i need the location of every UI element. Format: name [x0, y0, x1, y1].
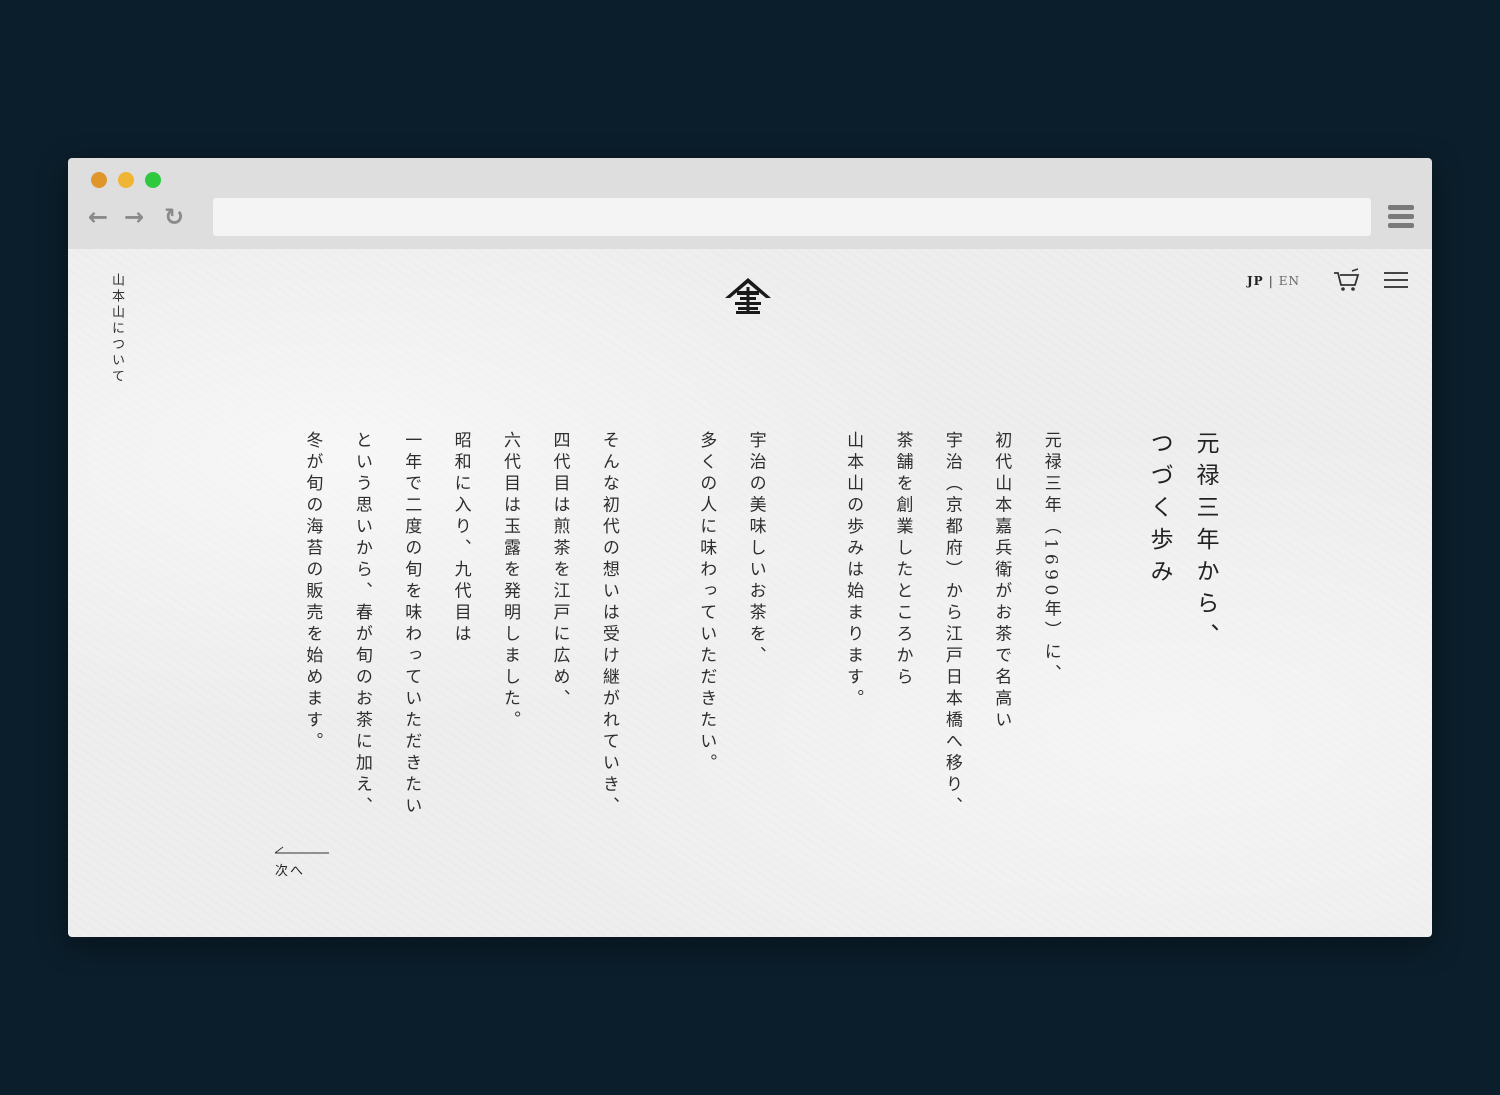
body-line: 六代目は玉露を発明しました。 [500, 431, 521, 732]
browser-menu-icon[interactable] [1388, 205, 1414, 229]
body-line: 冬が旬の海苔の販売を始めます。 [302, 431, 323, 754]
body-text: 元禄三年（1690年）に、 初代山本嘉兵衛がお茶で名高い 宇治（京都府）から江戸… [287, 431, 1075, 901]
crest-logo-icon[interactable] [723, 276, 773, 316]
next-label: 次へ [275, 864, 306, 879]
lang-en-link[interactable]: EN [1279, 274, 1300, 288]
next-link[interactable]: 次へ [273, 844, 333, 884]
page-content: 山本山について JP | EN 元禄三年から、 つづく歩み 元禄三年（1690年… [68, 249, 1432, 937]
body-line: 初代山本嘉兵衛がお茶で名高い [991, 431, 1012, 732]
body-line: 茶舗を創業したところから [892, 431, 913, 689]
body-line: 昭和に入り、九代目は [450, 431, 471, 646]
browser-window: ← → ↻ 山本山について JP | EN 元禄三年から、 つづく歩み 元禄三年… [68, 158, 1432, 937]
close-window-button[interactable] [91, 172, 107, 188]
body-line: そんな初代の想いは受け継がれていき、 [598, 431, 619, 818]
body-line: 宇治（京都府）から江戸日本橋へ移り、 [941, 431, 962, 818]
page-title: 元禄三年から、 つづく歩み [1136, 431, 1228, 901]
language-switcher: JP | EN [1247, 274, 1300, 288]
lang-separator: | [1268, 274, 1274, 288]
cart-icon[interactable] [1333, 268, 1361, 294]
body-line: という思いから、春が旬のお茶に加え、 [351, 431, 372, 818]
arrow-left-icon[interactable]: ← [86, 204, 110, 230]
body-line: 山本山の歩みは始まります。 [843, 431, 864, 711]
arrow-left-line-icon [274, 846, 329, 854]
browser-chrome: ← → ↻ [68, 158, 1432, 249]
body-line: 四代目は煎茶を江戸に広め、 [549, 431, 570, 711]
side-nav-about-link[interactable]: 山本山について [107, 273, 126, 385]
minimize-window-button[interactable] [118, 172, 134, 188]
reload-icon[interactable]: ↻ [162, 204, 186, 230]
address-bar[interactable] [213, 198, 1371, 236]
title-line-2: つづく歩み [1146, 431, 1172, 591]
body-line: 宇治の美味しいお茶を、 [745, 431, 766, 668]
maximize-window-button[interactable] [145, 172, 161, 188]
hamburger-menu-icon[interactable] [1384, 272, 1410, 290]
arrow-right-icon[interactable]: → [122, 204, 146, 230]
title-line-1: 元禄三年から、 [1192, 431, 1218, 655]
body-line: 多くの人に味わっていただきたい。 [696, 431, 717, 775]
body-line: 一年で二度の旬を味わっていただきたい [401, 431, 422, 818]
lang-jp-link[interactable]: JP [1247, 274, 1264, 288]
body-line: 元禄三年（1690年）に、 [1040, 431, 1061, 686]
